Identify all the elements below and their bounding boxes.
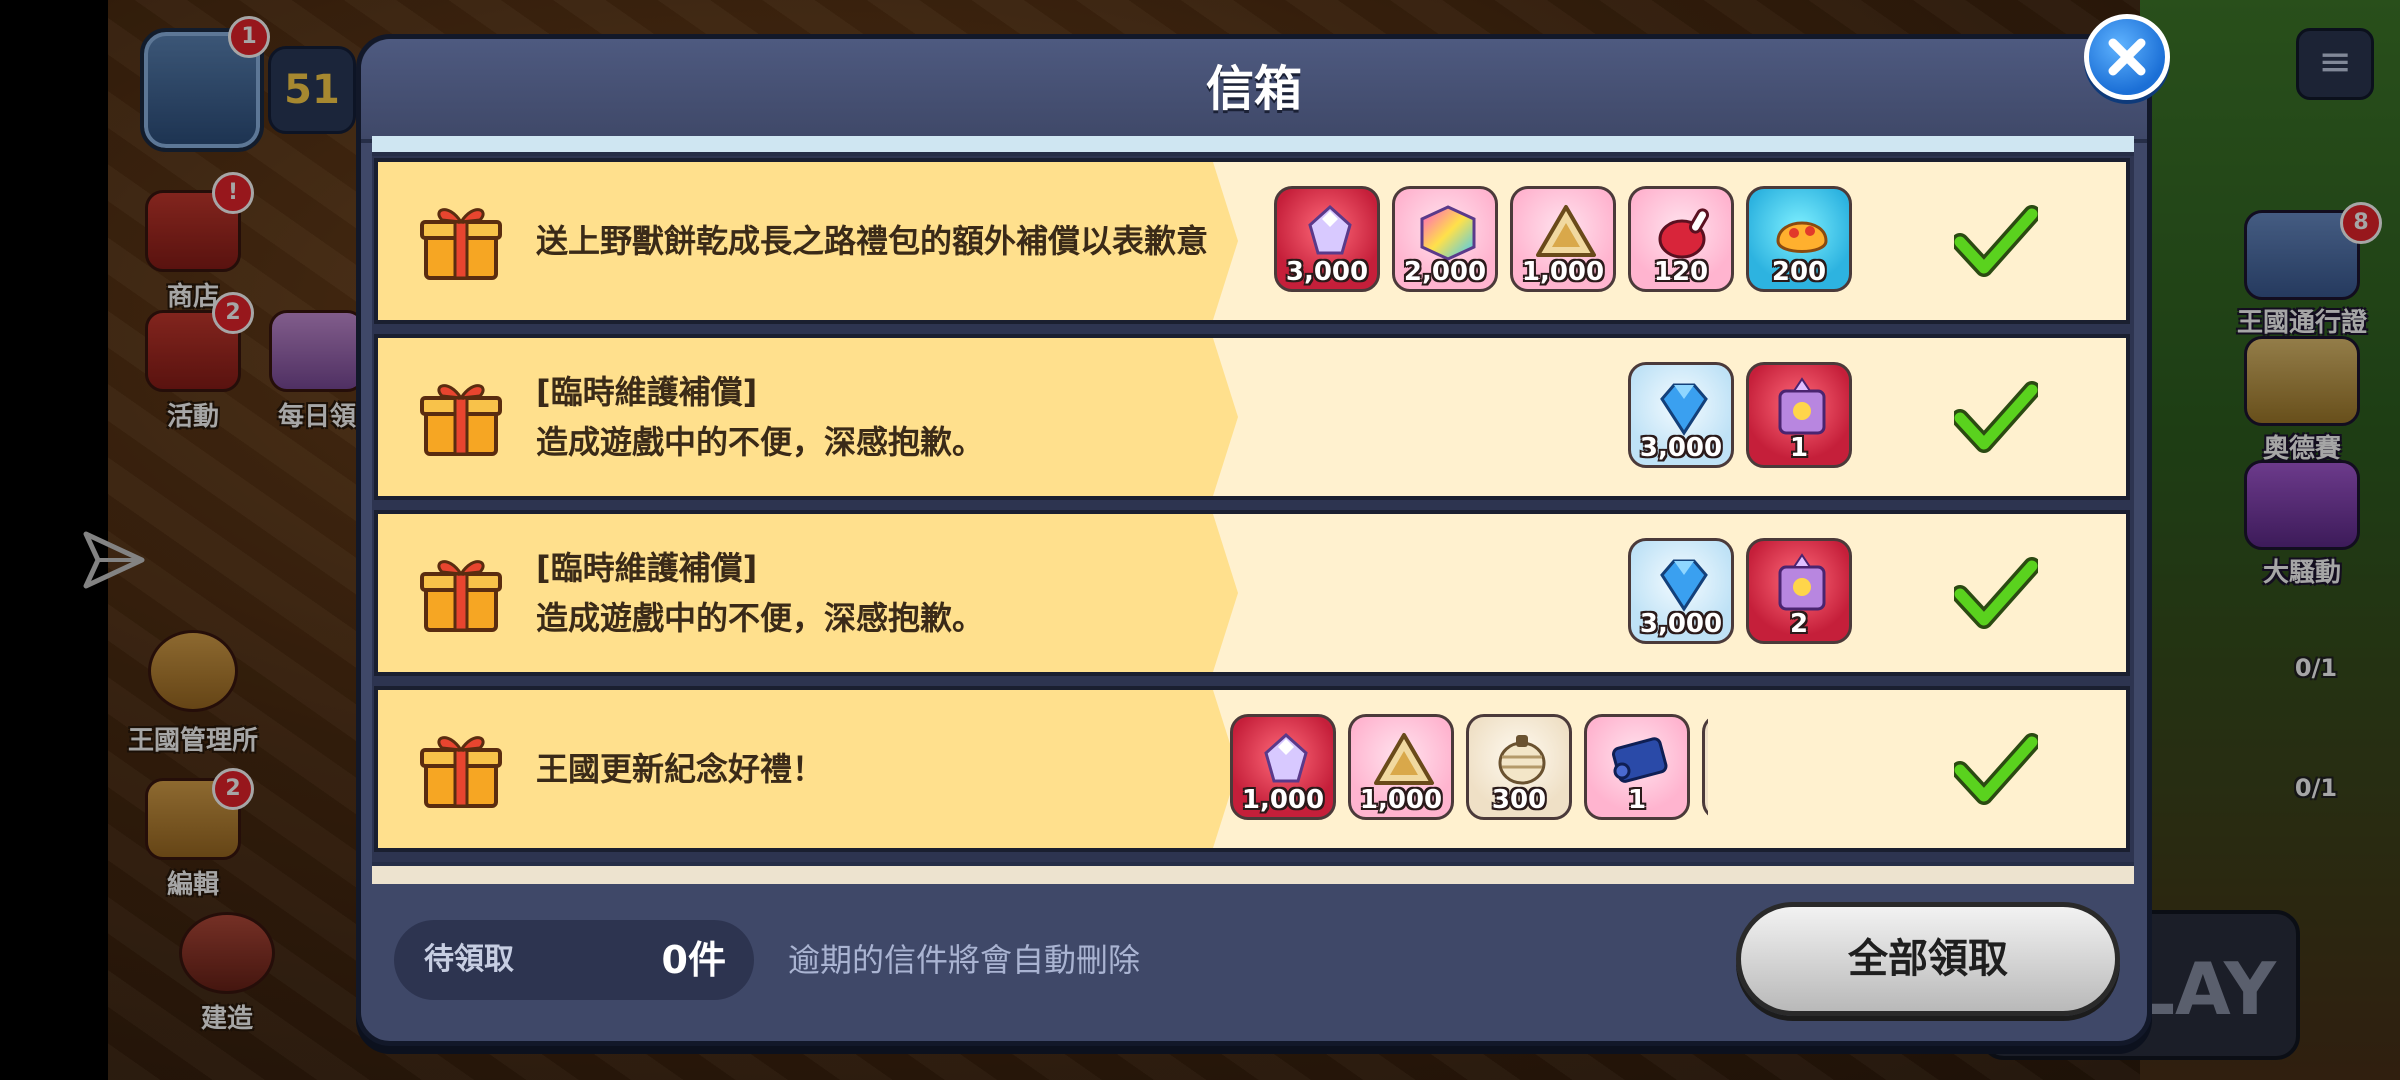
claimed-check-icon [1954, 557, 2038, 629]
reward-quantity: 2 [1789, 609, 1809, 639]
mail-line: 王國更新紀念好禮！ [536, 750, 825, 788]
next-mail-edge [372, 862, 2134, 884]
mail-item[interactable]: [臨時維護補償] 造成遊戲中的不便，深感抱歉。 3,000 2 [374, 510, 2130, 676]
reward-quantity: 2,000 [1403, 257, 1487, 287]
gold-triangle-cube-icon [1536, 205, 1596, 257]
mail-message: [臨時維護補償] 造成遊戲中的不便，深感抱歉。 [536, 338, 1216, 496]
reward-item[interactable]: 1,000 [1230, 714, 1336, 820]
reward-quantity: 1,000 [1241, 785, 1325, 815]
mail-line: 造成遊戲中的不便，深感抱歉。 [536, 599, 985, 637]
reward-item[interactable]: 3,000 [1628, 538, 1734, 644]
reward-quantity: 3,000 [1639, 433, 1723, 463]
pending-counter: 待領取 0件 [394, 920, 754, 1000]
claimed-check-icon [1954, 733, 2038, 805]
blue-crystal-icon [1660, 383, 1708, 436]
reward-quantity: 100 [1705, 785, 1708, 815]
reward-quantity: 1,000 [1521, 257, 1605, 287]
reward-quantity: 1 [1627, 785, 1647, 815]
pending-label: 待領取 [424, 942, 514, 977]
gift-icon [420, 208, 502, 280]
gacha-ticket-icon [1778, 377, 1826, 435]
gift-icon [420, 736, 502, 808]
meat-jelly-icon [1658, 208, 1709, 259]
reward-item[interactable]: 1,000 [1510, 186, 1616, 292]
reward-item[interactable]: 200 [1746, 186, 1852, 292]
crystal-gem-icon [1264, 732, 1308, 783]
close-icon [2108, 38, 2146, 76]
bandage-material-icon [1498, 735, 1546, 785]
rainbow-cube-icon [1420, 205, 1476, 261]
reward-quantity: 120 [1653, 257, 1709, 287]
gift-icon [420, 384, 502, 456]
reward-item[interactable]: 120 [1628, 186, 1734, 292]
orange-jelly-icon [1776, 221, 1828, 253]
reward-quantity: 1 [1789, 433, 1809, 463]
reward-item[interactable]: 300 [1466, 714, 1572, 820]
blue-scroll-icon [1612, 737, 1668, 783]
reward-quantity: 3,000 [1285, 257, 1369, 287]
reward-item[interactable]: 2,000 [1392, 186, 1498, 292]
reward-item[interactable]: 1 [1584, 714, 1690, 820]
mail-line: [臨時維護補償] [536, 549, 758, 587]
mail-item[interactable]: [臨時維護補償] 造成遊戲中的不便，深感抱歉。 3,000 1 [374, 334, 2130, 500]
reward-item[interactable]: 3,000 [1628, 362, 1734, 468]
claimed-check-icon [1954, 205, 2038, 277]
previous-mail-edge [372, 136, 2134, 156]
blue-crystal-icon [1660, 559, 1708, 612]
mail-line: 送上野獸餅乾成長之路禮包的額外補償以表歉意 [536, 222, 1209, 260]
mail-item[interactable]: 王國更新紀念好禮！ 1,000 1,000 300 1 100 [374, 686, 2130, 852]
reward-quantity: 300 [1491, 785, 1547, 815]
claimed-check-icon [1954, 381, 2038, 453]
reward-quantity: 200 [1771, 257, 1827, 287]
mail-message: [臨時維護補償] 造成遊戲中的不便，深感抱歉。 [536, 514, 1216, 672]
mail-list[interactable]: 送上野獸餅乾成長之路禮包的額外補償以表歉意 3,000 2,000 1,000 … [372, 136, 2134, 884]
claim-all-button[interactable]: 全部領取 [1736, 902, 2120, 1016]
reward-list[interactable]: 1,000 1,000 300 1 100 [1230, 714, 1708, 822]
reward-item[interactable]: 1 [1746, 362, 1852, 468]
reward-item[interactable]: 1,000 [1348, 714, 1454, 820]
reward-item[interactable]: 100 [1702, 714, 1708, 820]
pending-count: 0件 [661, 938, 726, 982]
dialog-title: 信箱 [1205, 61, 1302, 117]
gift-icon [420, 560, 502, 632]
reward-item[interactable]: 3,000 [1274, 186, 1380, 292]
gacha-ticket-icon [1778, 553, 1826, 611]
mail-item[interactable]: 送上野獸餅乾成長之路禮包的額外補償以表歉意 3,000 2,000 1,000 … [374, 158, 2130, 324]
gold-triangle-cube-icon [1374, 733, 1434, 785]
reward-quantity: 1,000 [1359, 785, 1443, 815]
mail-line: 造成遊戲中的不便，深感抱歉。 [536, 423, 985, 461]
reward-item[interactable]: 2 [1746, 538, 1852, 644]
mail-message: 送上野獸餅乾成長之路禮包的額外補償以表歉意 [536, 162, 1216, 320]
reward-quantity: 3,000 [1639, 609, 1723, 639]
mail-line: [臨時維護補償] [536, 373, 758, 411]
mail-message: 王國更新紀念好禮！ [536, 690, 1216, 848]
crystal-gem-icon [1308, 204, 1352, 255]
close-button[interactable] [2084, 14, 2170, 100]
expiry-notice: 逾期的信件將會自動刪除 [788, 941, 1141, 979]
